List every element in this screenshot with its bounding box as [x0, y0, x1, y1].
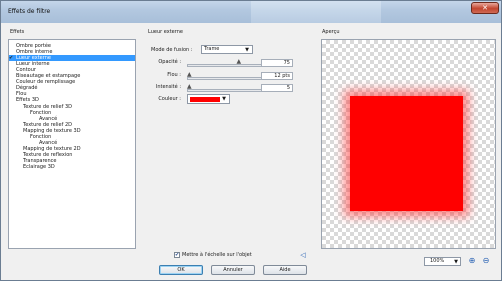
effects-label: Effets — [10, 29, 25, 35]
cancel-button[interactable]: Annuler — [211, 265, 255, 275]
chevron-down-icon: ▼ — [454, 259, 458, 265]
zoom-in-icon[interactable]: ⊕ — [467, 256, 477, 266]
blend-mode-select[interactable]: Trame ▼ — [201, 45, 253, 54]
ok-button[interactable]: OK — [159, 265, 203, 275]
filter-effects-dialog: Effets de filtre ✕ Effets Ombre portée Om… — [0, 0, 502, 281]
intensity-label: Intensité : — [155, 84, 181, 90]
chevron-down-icon: ▼ — [245, 47, 249, 53]
blend-mode-value: Trame — [204, 46, 220, 52]
blur-field[interactable]: 12 pts — [261, 72, 293, 80]
opacity-field[interactable]: 75 — [261, 59, 293, 67]
blend-mode-label: Mode de fusion : — [151, 47, 193, 53]
opacity-slider-thumb[interactable]: ▲ — [237, 59, 242, 65]
close-icon: ✕ — [482, 4, 488, 12]
close-button[interactable]: ✕ — [471, 2, 499, 14]
color-label: Couleur : — [158, 96, 181, 102]
preview-canvas — [321, 39, 496, 249]
zoom-out-icon[interactable]: ⊖ — [481, 256, 491, 266]
preview-object — [350, 96, 463, 211]
scale-to-object-checkbox[interactable]: ✔ — [174, 252, 180, 258]
opacity-label: Opacité : — [158, 59, 181, 65]
chevron-down-icon: ▼ — [222, 96, 226, 102]
effects-tree[interactable]: Ombre portée Ombre interne Lueur externe ✔ L… — [8, 39, 136, 249]
help-button[interactable]: Aide — [263, 265, 307, 275]
title-bar: Effets de filtre ✕ — [1, 1, 501, 23]
blur-label: Flou : — [167, 72, 181, 78]
intensity-field[interactable]: 5 — [261, 84, 293, 92]
settings-section-label: Lueur externe — [148, 29, 183, 35]
zoom-value: 100% — [430, 258, 445, 264]
blur-slider-thumb[interactable]: ▲ — [187, 72, 192, 78]
zoom-select[interactable]: 100% ▼ — [424, 257, 461, 266]
reset-arrow-icon[interactable]: ◁ — [298, 250, 308, 260]
intensity-slider-thumb[interactable]: ▲ — [187, 84, 192, 90]
effects-tree-item[interactable]: Eclairage 3D — [9, 164, 135, 170]
color-swatch — [190, 97, 220, 102]
preview-label: Aperçu — [322, 29, 340, 35]
title-bar-glass — [251, 1, 381, 23]
scale-to-object-label: Mettre à l'échelle sur l'objet — [182, 252, 252, 258]
window-title: Effets de filtre — [8, 8, 51, 15]
color-picker-button[interactable]: ▼ — [187, 94, 230, 104]
